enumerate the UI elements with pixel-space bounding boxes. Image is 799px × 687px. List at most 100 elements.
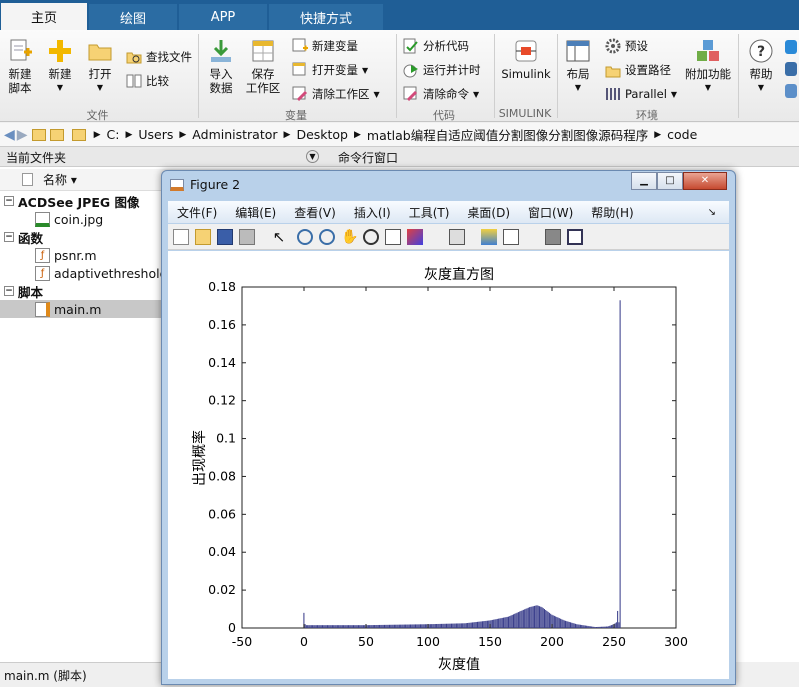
- dock-arrow-icon[interactable]: ↘: [708, 207, 716, 218]
- histogram-bar: [565, 620, 567, 628]
- menu-desktop[interactable]: 桌面(D): [467, 204, 510, 221]
- figure-window[interactable]: Figure 2 ▁ □ ✕ 文件(F) 编辑(E) 查看(V) 插入(I) 工…: [161, 170, 736, 685]
- back-arrow-icon[interactable]: ◀: [4, 127, 15, 143]
- menu-view[interactable]: 查看(V): [294, 204, 336, 221]
- set-path-button[interactable]: 设置路径: [605, 62, 671, 78]
- preferences-button[interactable]: 预设: [605, 38, 648, 54]
- simulink-button[interactable]: Simulink: [500, 38, 552, 81]
- y-tick-label: 0.04: [208, 544, 236, 559]
- histogram-bar: [473, 622, 475, 628]
- community-icon[interactable]: [785, 40, 797, 54]
- histogram-bar: [596, 626, 598, 628]
- minimize-icon[interactable]: ▁: [631, 172, 657, 190]
- histogram-bar: [393, 624, 395, 628]
- collapse-icon[interactable]: −: [4, 232, 14, 242]
- breadcrumb-users[interactable]: Users: [138, 127, 173, 142]
- breadcrumb-c[interactable]: C:: [106, 127, 119, 142]
- new-variable-button[interactable]: 新建变量: [292, 38, 358, 54]
- show-plot-tools-icon[interactable]: [567, 229, 583, 245]
- ribbon-divider: [557, 34, 558, 118]
- breadcrumb-desktop[interactable]: Desktop: [296, 127, 348, 142]
- clear-commands-button[interactable]: 清除命令 ▼: [403, 86, 479, 102]
- svg-text:?: ?: [757, 44, 765, 60]
- pointer-icon[interactable]: ↖: [271, 229, 287, 245]
- legend-icon[interactable]: [503, 229, 519, 245]
- histogram-bar: [609, 625, 611, 628]
- tab-apps[interactable]: APP: [179, 4, 267, 30]
- request-support-icon[interactable]: [785, 62, 797, 76]
- new-variable-icon: [292, 38, 308, 52]
- analyze-code-button[interactable]: 分析代码: [403, 38, 469, 54]
- zoom-in-icon[interactable]: [297, 229, 313, 245]
- parallel-button[interactable]: Parallel ▼: [605, 86, 677, 102]
- histogram-bar: [438, 623, 440, 628]
- hide-plot-tools-icon[interactable]: [545, 229, 561, 245]
- run-and-time-button[interactable]: 运行并计时: [403, 62, 481, 78]
- learn-matlab-icon[interactable]: [785, 84, 797, 98]
- menu-tools[interactable]: 工具(T): [409, 204, 450, 221]
- pan-hand-icon[interactable]: ✋: [341, 229, 358, 245]
- compare-button[interactable]: 比较: [126, 73, 169, 89]
- new-button[interactable]: 新建 ▼: [44, 38, 76, 95]
- histogram-bar: [391, 624, 393, 628]
- open-file-icon[interactable]: [195, 229, 211, 245]
- open-label: 打开: [88, 67, 112, 81]
- browse-folder-icon[interactable]: [49, 128, 64, 141]
- x-tick-label: 0: [300, 634, 308, 649]
- menu-edit[interactable]: 编辑(E): [235, 204, 276, 221]
- figure-titlebar[interactable]: Figure 2: [170, 177, 240, 192]
- layout-button[interactable]: 布局 ▼: [562, 38, 594, 95]
- function-file-icon: ƒ: [35, 265, 50, 281]
- histogram-bar: [485, 620, 487, 628]
- up-folder-icon[interactable]: [31, 128, 46, 141]
- breadcrumb-project[interactable]: matlab编程自适应阈值分割图像分割图像源码程序: [367, 125, 648, 144]
- print-icon[interactable]: [239, 229, 255, 245]
- data-cursor-icon[interactable]: [385, 229, 401, 245]
- brush-icon[interactable]: [407, 229, 423, 245]
- close-icon[interactable]: ✕: [683, 172, 727, 190]
- breadcrumb-code[interactable]: code: [667, 127, 697, 142]
- find-files-button[interactable]: 查找文件: [126, 49, 192, 65]
- histogram-chart[interactable]: -50 0 50 100 150 200 250 300 00.020.040.060.080…: [168, 251, 729, 679]
- tab-plots[interactable]: 绘图: [89, 4, 177, 30]
- current-folder-title: 当前文件夹: [6, 151, 67, 165]
- tree-group-functions[interactable]: − 函数: [0, 228, 43, 246]
- tab-shortcuts[interactable]: 快捷方式: [269, 4, 383, 30]
- addons-button[interactable]: 附加功能 ▼: [684, 38, 732, 95]
- collapse-icon[interactable]: −: [4, 286, 14, 296]
- tree-group-scripts[interactable]: − 脚本: [0, 282, 43, 300]
- help-button[interactable]: ? 帮助 ▼: [744, 38, 778, 95]
- link-plot-icon[interactable]: [449, 229, 465, 245]
- tree-group-jpeg[interactable]: − ACDSee JPEG 图像: [0, 192, 140, 210]
- list-item[interactable]: coin.jpg: [0, 210, 103, 228]
- collapse-icon[interactable]: −: [4, 196, 14, 206]
- menu-help[interactable]: 帮助(H): [591, 204, 633, 221]
- save-icon[interactable]: [217, 229, 233, 245]
- histogram-bar: [503, 617, 505, 628]
- clear-workspace-button[interactable]: 清除工作区 ▼: [292, 86, 380, 102]
- histogram-bar: [360, 625, 362, 628]
- menu-insert[interactable]: 插入(I): [354, 204, 391, 221]
- breadcrumb-administrator[interactable]: Administrator: [192, 127, 277, 142]
- tab-home[interactable]: 主页: [1, 3, 87, 30]
- menu-file[interactable]: 文件(F): [177, 204, 217, 221]
- open-variable-button[interactable]: 打开变量 ▼: [292, 62, 368, 78]
- list-item[interactable]: ƒ psnr.m: [0, 246, 97, 264]
- colorbar-icon[interactable]: [481, 229, 497, 245]
- menu-window[interactable]: 窗口(W): [528, 204, 573, 221]
- panel-menu-icon[interactable]: ▼: [306, 150, 319, 163]
- forward-arrow-icon[interactable]: ▶: [17, 127, 28, 143]
- histogram-bar: [412, 624, 414, 628]
- import-data-button[interactable]: 导入 数据: [204, 38, 238, 95]
- save-workspace-button[interactable]: 保存 工作区: [244, 38, 282, 95]
- clear-commands-label: 清除命令: [423, 87, 469, 101]
- analyze-check-icon: [403, 38, 418, 54]
- zoom-out-icon[interactable]: [319, 229, 335, 245]
- rotate-3d-icon[interactable]: [363, 229, 379, 245]
- histogram-bar: [524, 609, 526, 628]
- maximize-icon[interactable]: □: [657, 172, 683, 190]
- new-script-button[interactable]: 新建 脚本: [4, 38, 36, 95]
- open-button[interactable]: 打开 ▼: [84, 38, 116, 95]
- new-figure-icon[interactable]: [173, 229, 189, 245]
- list-item[interactable]: ƒ adaptivethreshold: [0, 264, 168, 282]
